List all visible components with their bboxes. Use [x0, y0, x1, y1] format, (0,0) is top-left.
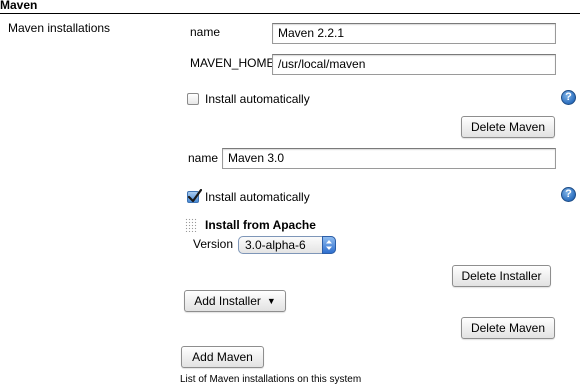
name-field-2[interactable]: Maven 3.0	[222, 148, 556, 169]
drag-handle-icon[interactable]	[185, 218, 197, 232]
dropdown-arrow-icon: ▼	[266, 296, 276, 306]
install-automatically-checkbox-2[interactable]	[187, 189, 202, 203]
installer-title: Install from Apache	[205, 218, 316, 232]
version-label: Version	[193, 237, 234, 251]
maven-home-field[interactable]: /usr/local/maven	[272, 54, 556, 75]
maven-home-label: MAVEN_HOME	[190, 56, 275, 70]
checkmark-icon	[187, 189, 202, 203]
installations-description: List of Maven installations on this syst…	[180, 374, 362, 385]
version-select[interactable]: 3.0-alpha-6	[238, 236, 336, 254]
install-automatically-checkbox[interactable]	[187, 93, 199, 105]
version-select-value: 3.0-alpha-6	[245, 238, 306, 252]
add-installer-label: Add Installer	[194, 294, 261, 308]
add-maven-button[interactable]: Add Maven	[181, 346, 264, 368]
section-header: Maven	[0, 0, 580, 14]
select-arrows-icon	[322, 236, 336, 254]
add-installer-button[interactable]: Add Installer ▼	[184, 290, 286, 312]
name-label-2: name	[188, 151, 219, 165]
install-automatically-label-2: Install automatically	[205, 190, 310, 204]
install-automatically-label: Install automatically	[205, 92, 310, 106]
help-icon[interactable]: ?	[561, 90, 576, 105]
maven-installations-label: Maven installations	[8, 21, 111, 35]
delete-maven-button[interactable]: Delete Maven	[461, 116, 555, 138]
section-title: Maven	[0, 0, 38, 12]
delete-maven-button-2[interactable]: Delete Maven	[461, 317, 555, 339]
name-field[interactable]: Maven 2.2.1	[272, 23, 556, 44]
delete-installer-button[interactable]: Delete Installer	[452, 265, 551, 287]
help-icon-2[interactable]: ?	[561, 187, 576, 202]
name-label: name	[190, 25, 221, 39]
